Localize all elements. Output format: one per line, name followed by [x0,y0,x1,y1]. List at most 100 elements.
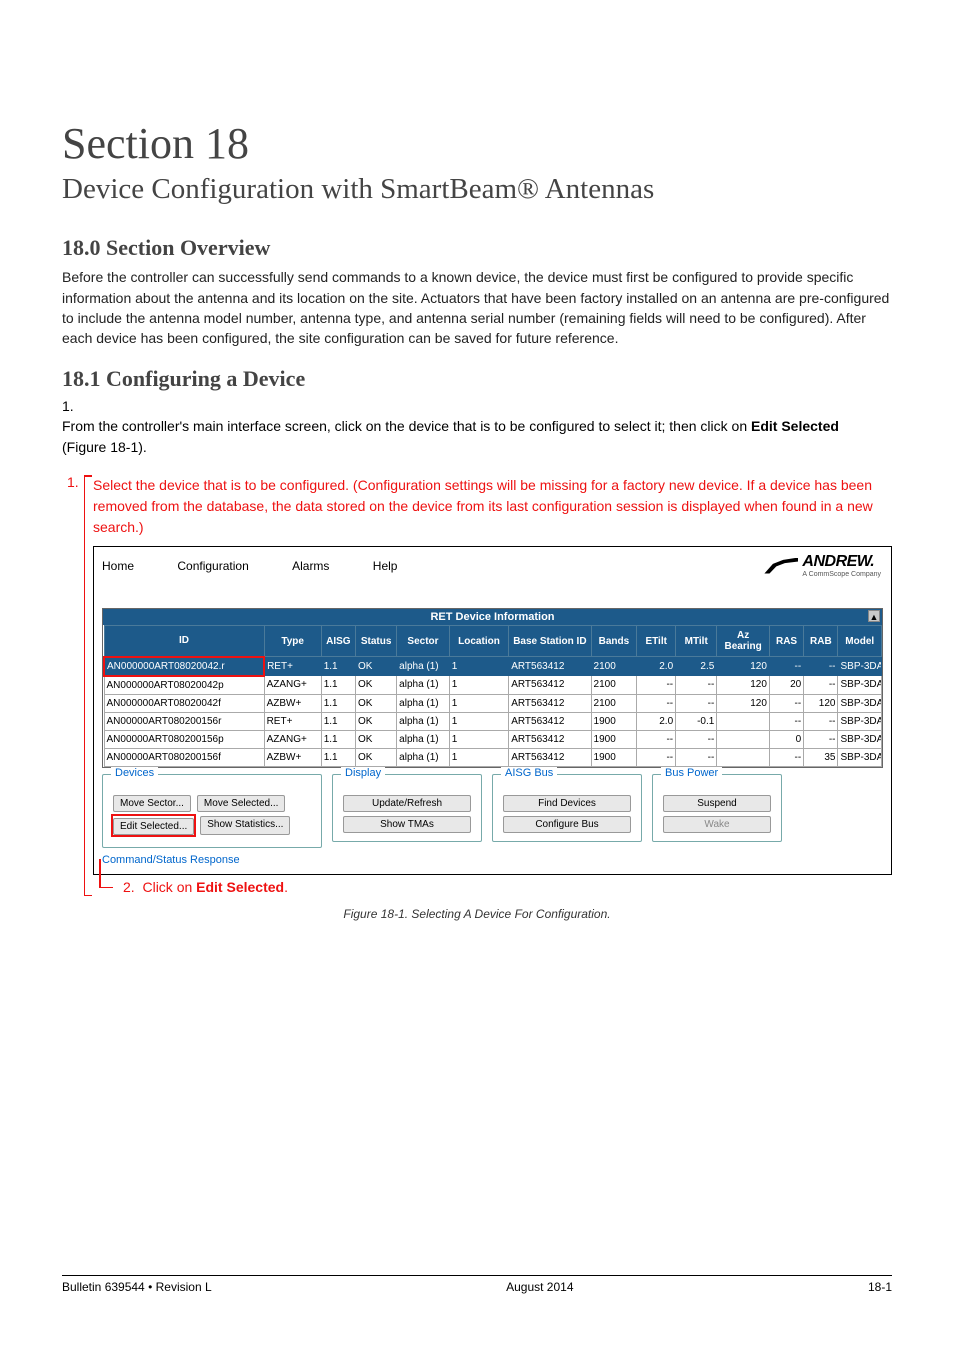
show-tmas-button[interactable]: Show TMAs [343,816,471,833]
menubar: Home Configuration Alarms Help ANDREW. A… [102,553,883,578]
footer-left: Bulletin 639544 • Revision L [62,1280,212,1294]
menu-configuration[interactable]: Configuration [177,559,248,573]
cell-mtilt: 2.5 [676,657,717,676]
configure-bus-button[interactable]: Configure Bus [503,816,631,833]
table-row[interactable]: AN00000ART080200156fAZBW+1.1OKalpha (1)1… [104,748,882,766]
cell-status: OK [356,712,397,730]
bus-pane: Bus Power Suspend Wake [652,774,782,842]
heading-config: 18.1 Configuring a Device [62,366,892,392]
table-row[interactable]: AN00000ART080200156pAZANG+1.1OKalpha (1)… [104,730,882,748]
cell-mtilt: -- [676,676,717,695]
cell-type: AZANG+ [264,676,321,695]
show-statistics-button[interactable]: Show Statistics... [200,816,290,835]
annotation-1-num: 1. [67,474,79,490]
col-az[interactable]: Az Bearing [717,626,770,657]
cell-sector: alpha (1) [397,712,450,730]
table-row[interactable]: AN000000ART08020042fAZBW+1.1OKalpha (1)1… [104,694,882,712]
cell-az: 120 [717,694,770,712]
logo-text: ANDREW. [802,553,874,570]
suspend-button[interactable]: Suspend [663,795,771,812]
cell-ras: -- [769,748,803,766]
pane-row: Devices Move Sector... Move Selected... … [102,774,883,848]
col-bands[interactable]: Bands [591,626,637,657]
cell-status: OK [356,694,397,712]
cell-aisg: 1.1 [321,730,355,748]
menu-home[interactable]: Home [102,559,134,573]
cell-etilt: -- [637,694,676,712]
cell-type: AZBW+ [264,694,321,712]
cell-model: SBP-3DA [838,712,882,730]
devices-legend: Devices [111,767,158,779]
cell-base: ART563412 [509,748,591,766]
update-refresh-button[interactable]: Update/Refresh [343,795,471,812]
cell-location: 1 [449,657,508,676]
col-base[interactable]: Base Station ID [509,626,591,657]
devices-pane: Devices Move Sector... Move Selected... … [102,774,322,848]
cell-ras: -- [769,657,803,676]
annotation-2-num: 2. [123,879,135,895]
annot2-line [99,859,101,887]
cell-base: ART563412 [509,657,591,676]
cell-model: SBP-3DA [838,730,882,748]
footer: Bulletin 639544 • Revision L August 2014… [62,1275,892,1294]
col-aisg[interactable]: AISG [321,626,355,657]
table-title-text: RET Device Information [430,611,554,623]
cell-mtilt: -- [676,694,717,712]
find-devices-button[interactable]: Find Devices [503,795,631,812]
wake-button[interactable]: Wake [663,816,771,833]
move-sector-button[interactable]: Move Sector... [113,795,191,812]
cell-id: AN00000ART080200156p [104,730,264,748]
cell-mtilt: -- [676,730,717,748]
cell-bands: 2100 [591,694,637,712]
cell-ras: 0 [769,730,803,748]
table-row[interactable]: AN00000ART080200156rRET+1.1OKalpha (1)1A… [104,712,882,730]
cell-type: AZANG+ [264,730,321,748]
table-row[interactable]: AN000000ART08020042.rRET+1.1OKalpha (1)1… [104,657,882,676]
move-selected-button[interactable]: Move Selected... [197,795,285,812]
footer-center: August 2014 [506,1280,573,1294]
col-id[interactable]: ID [104,626,264,657]
annotation-2-b: . [284,879,288,895]
cell-status: OK [356,676,397,695]
cell-bands: 1900 [591,748,637,766]
cell-base: ART563412 [509,730,591,748]
cell-ras: 20 [769,676,803,695]
menu-alarms[interactable]: Alarms [292,559,329,573]
cell-az [717,712,770,730]
table-row[interactable]: AN000000ART08020042pAZANG+1.1OKalpha (1)… [104,676,882,695]
col-status[interactable]: Status [356,626,397,657]
col-location[interactable]: Location [449,626,508,657]
col-rab[interactable]: RAB [804,626,838,657]
cell-status: OK [356,657,397,676]
step-1: 1. From the controller's main interface … [62,398,892,457]
scroll-up-icon[interactable]: ▲ [868,610,880,622]
menu-help[interactable]: Help [373,559,398,573]
cell-ras: -- [769,712,803,730]
aisg-pane: AISG Bus Find Devices Configure Bus [492,774,642,842]
col-model[interactable]: Model [838,626,882,657]
cell-base: ART563412 [509,676,591,695]
step-1-bold: Edit Selected [751,418,839,434]
col-type[interactable]: Type [264,626,321,657]
col-sector[interactable]: Sector [397,626,450,657]
section-subtitle: Device Configuration with SmartBeam® Ant… [62,171,892,207]
cell-model: SBP-3DA [838,748,882,766]
table-head: ID Type AISG Status Sector Location Base… [104,626,882,657]
col-etilt[interactable]: ETilt [637,626,676,657]
col-ras[interactable]: RAS [769,626,803,657]
cell-az [717,730,770,748]
annotation-2: 2. Click on Edit Selected. [123,879,892,895]
cell-aisg: 1.1 [321,748,355,766]
step-1-text-a: From the controller's main interface scr… [62,418,751,434]
cell-bands: 2100 [591,676,637,695]
cell-sector: alpha (1) [397,657,450,676]
footer-right: 18-1 [868,1280,892,1294]
cell-az [717,748,770,766]
logo-subtext: A CommScope Company [802,571,883,578]
col-mtilt[interactable]: MTilt [676,626,717,657]
cell-etilt: -- [637,748,676,766]
annot2-tick [99,887,113,889]
menubar-menus: Home Configuration Alarms Help [102,559,437,573]
edit-selected-button[interactable]: Edit Selected... [113,818,194,835]
cell-rab: 35 [804,748,838,766]
